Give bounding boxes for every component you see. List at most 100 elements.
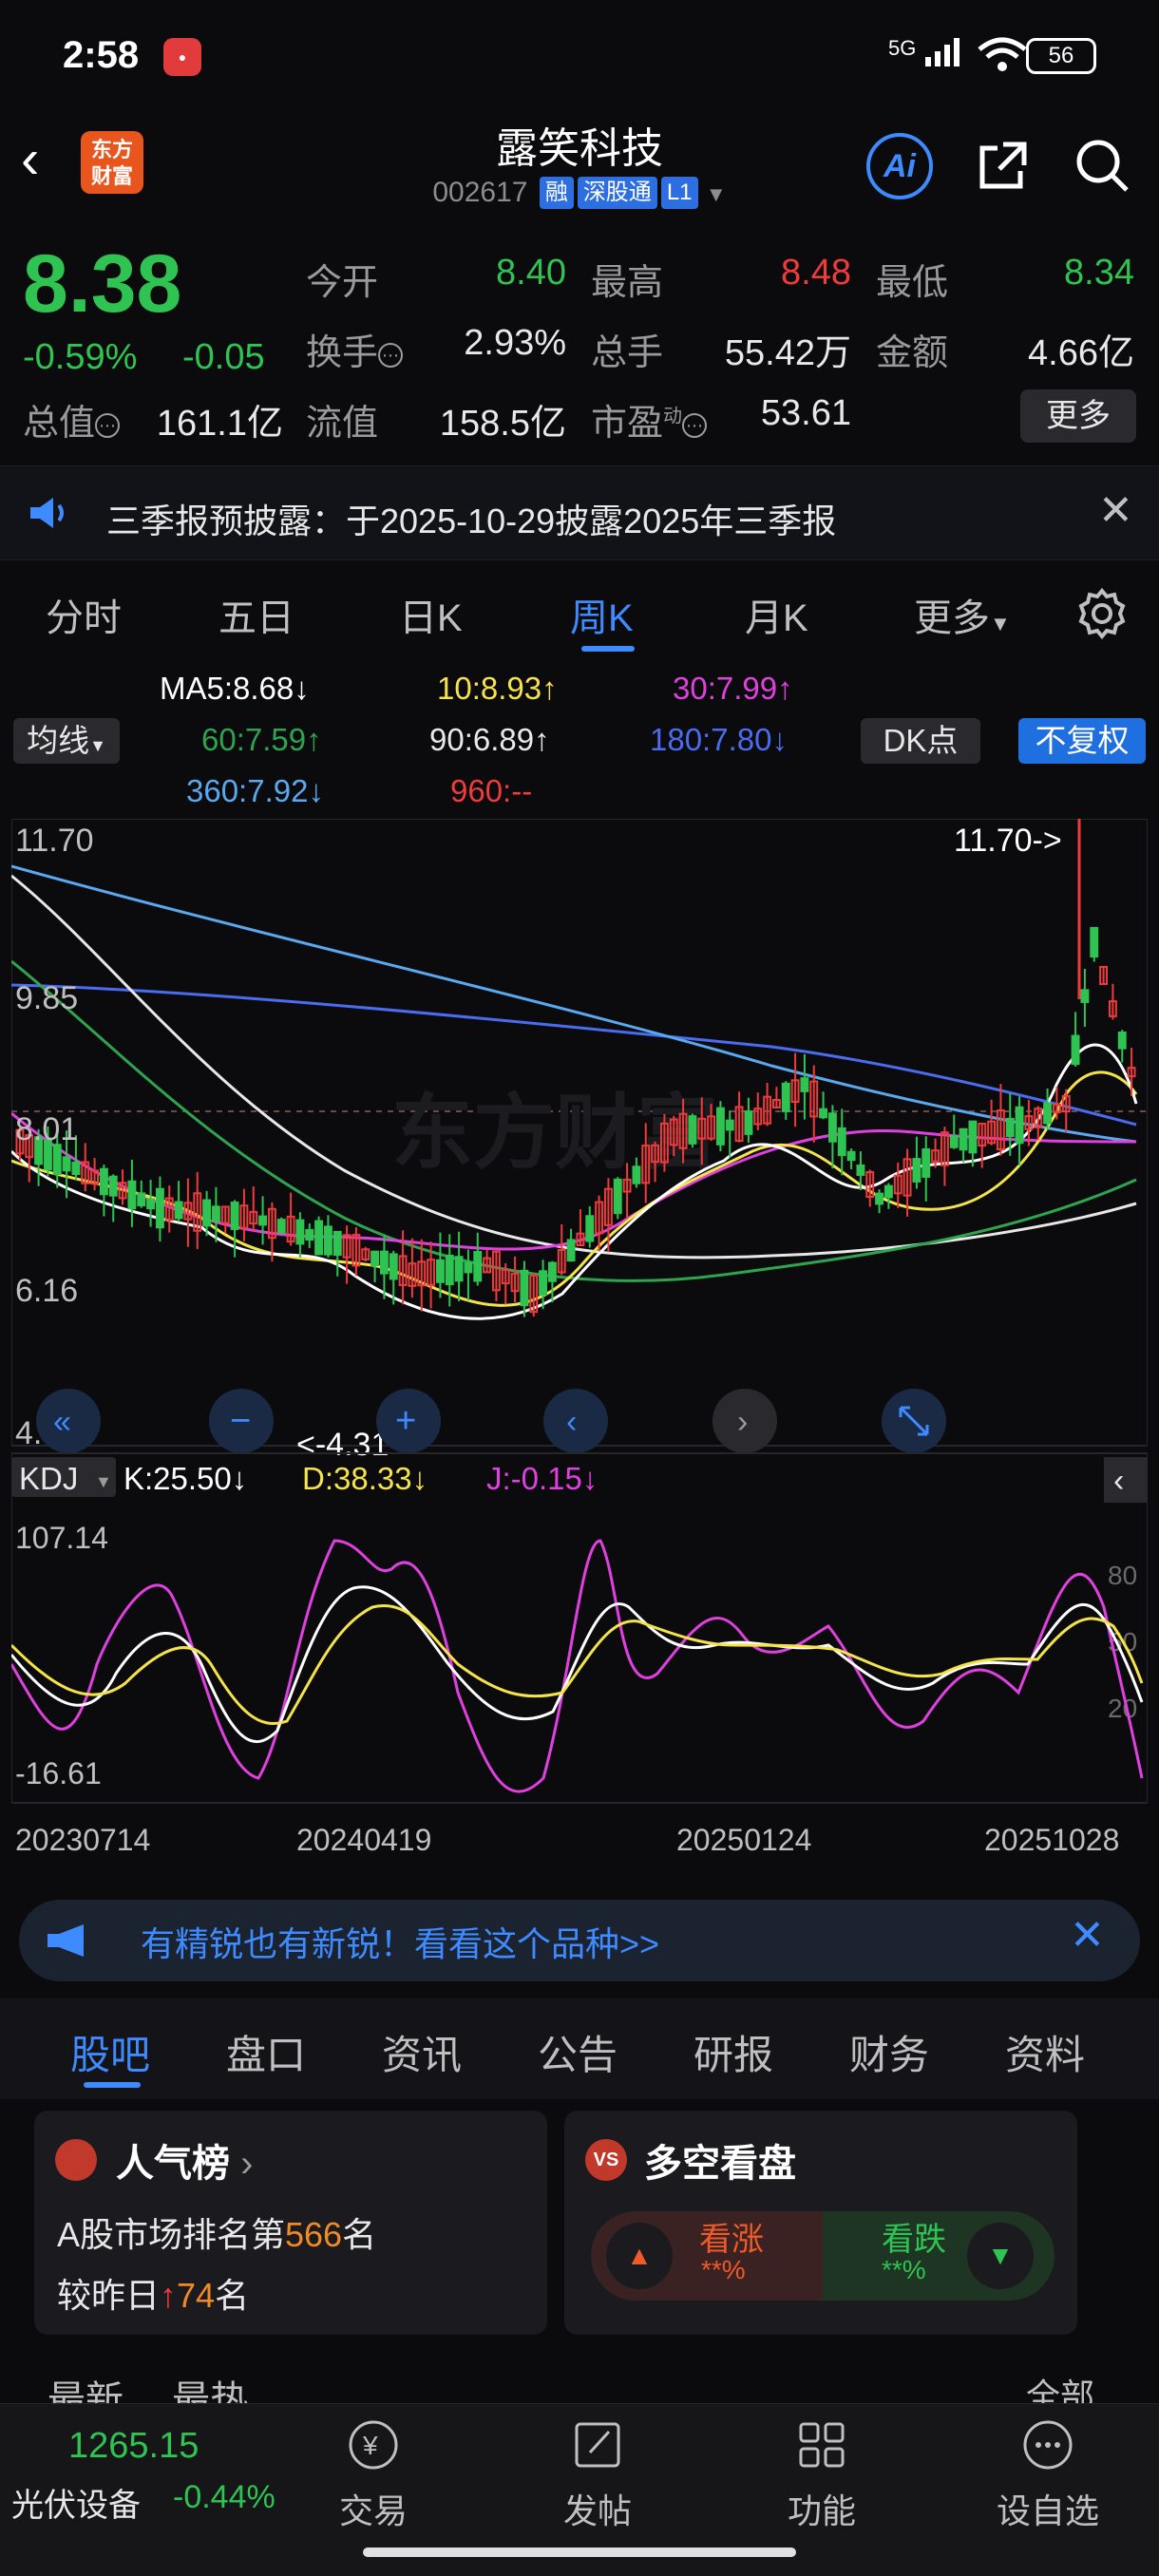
pe-label: 市盈动 ⋯ xyxy=(591,393,708,445)
chart-controls[interactable]: « − + ‹ › xyxy=(36,1389,946,1453)
candle-body xyxy=(435,1259,445,1283)
candle-body xyxy=(473,1251,483,1282)
kline-chart[interactable]: 东方财富 11.70 9.85 8.01 6.16 4.31 11.70-> <… xyxy=(11,819,1148,1883)
dropdown-caret-icon[interactable]: ▼ xyxy=(706,182,727,206)
tab-daily-k[interactable]: 日K xyxy=(399,587,463,642)
search-icon[interactable] xyxy=(1074,137,1130,194)
candle-body xyxy=(922,1148,931,1178)
grid-icon xyxy=(799,2422,845,2468)
ma-selector[interactable]: 均线▼ xyxy=(13,718,120,764)
info-icon[interactable]: ⋯ xyxy=(95,412,121,438)
info-icon[interactable]: ⋯ xyxy=(682,412,708,438)
candle-body xyxy=(211,1205,220,1222)
kdj-ref-80: 80 xyxy=(1108,1561,1137,1590)
rank-position: A股市场排名第566名 xyxy=(57,2207,376,2257)
kdj-j-line xyxy=(11,1539,1144,1793)
candle-body xyxy=(127,1180,137,1210)
dk-point-button[interactable]: DK点 xyxy=(861,718,980,764)
sector-index-value[interactable]: 1265.15 xyxy=(68,2426,199,2467)
candle-body xyxy=(454,1256,464,1282)
nav-functions[interactable]: 功能 xyxy=(750,2418,893,2533)
plus-icon: + xyxy=(395,1401,416,1441)
sector-name[interactable]: 光伏设备 xyxy=(11,2479,141,2526)
close-icon[interactable]: ✕ xyxy=(1098,486,1133,535)
tab-five-day[interactable]: 五日 xyxy=(218,587,294,642)
ma60-value: 60:7.59↑ xyxy=(201,722,322,757)
candle-body xyxy=(1117,1032,1127,1050)
tab-monthly-k[interactable]: 月K xyxy=(745,587,808,642)
info-icon[interactable]: ⋯ xyxy=(378,342,404,368)
turnover-value: 2.93% xyxy=(464,323,566,363)
notice-text: 三季报预披露：于2025-10-29披露2025年三季报 xyxy=(106,502,837,540)
candle-body xyxy=(800,1077,809,1092)
adjust-mode-button[interactable]: 不复权 xyxy=(1018,718,1146,764)
tab-orderbook[interactable]: 盘口 xyxy=(226,2023,306,2081)
candle-body xyxy=(230,1202,239,1230)
candle-body xyxy=(445,1254,454,1286)
kdj-y-top: 107.14 xyxy=(15,1521,108,1555)
stock-code: 002617 xyxy=(432,177,528,208)
low-value: 8.34 xyxy=(1064,253,1134,293)
wifi-icon xyxy=(978,37,1027,71)
kdj-ref-20: 20 xyxy=(1108,1694,1137,1723)
candle-body xyxy=(379,1250,389,1275)
tab-announcements[interactable]: 公告 xyxy=(538,2023,618,2081)
candle-body xyxy=(1080,989,1090,1003)
network-type: 5G xyxy=(888,36,917,60)
candle-body xyxy=(174,1201,183,1220)
promo-text: 有精锐也有新锐！看看这个品种>> xyxy=(141,1924,660,1963)
ai-assistant-button[interactable]: Ai xyxy=(866,133,933,199)
candle-body xyxy=(968,1120,978,1154)
change-percent: -0.59% xyxy=(23,337,138,377)
speaker-icon xyxy=(30,498,64,528)
ma90-value: 90:6.89↑ xyxy=(429,722,550,757)
edit-icon xyxy=(575,2422,620,2468)
tag-level: L1 xyxy=(660,177,698,209)
tab-intraday[interactable]: 分时 xyxy=(46,587,122,642)
share-icon[interactable] xyxy=(975,137,1032,194)
collapse-panel-button[interactable] xyxy=(1104,1457,1148,1503)
signal-icon xyxy=(925,38,960,66)
arrow-up-icon: ↑ xyxy=(160,2276,178,2315)
nav-post[interactable]: 发帖 xyxy=(526,2418,669,2533)
ranking-icon xyxy=(55,2139,97,2181)
kdj-d-value: D:38.33↓ xyxy=(302,1461,428,1496)
pe-sup: 动 xyxy=(663,406,683,427)
tab-research[interactable]: 研报 xyxy=(694,2023,773,2081)
tab-profile[interactable]: 资料 xyxy=(1005,2023,1085,2081)
open-value: 8.40 xyxy=(496,253,566,293)
candle-body xyxy=(202,1199,212,1227)
nav-add-watchlist[interactable]: 设自选 xyxy=(977,2418,1119,2533)
close-icon[interactable]: ✕ xyxy=(1070,1911,1105,1960)
candle-body xyxy=(1005,1117,1015,1138)
tab-more[interactable]: 更多▼ xyxy=(914,587,1011,642)
tab-finance[interactable]: 财务 xyxy=(849,2023,929,2081)
nav-trade[interactable]: ¥ 交易 xyxy=(302,2418,445,2533)
candle-body xyxy=(585,1215,595,1242)
candle-body xyxy=(949,1135,959,1148)
popularity-title: 人气榜 › xyxy=(116,2132,253,2188)
minus-icon: − xyxy=(230,1401,251,1441)
candle-body xyxy=(305,1228,314,1241)
rank-change: 较昨日↑74名 xyxy=(57,2268,249,2318)
caret-down-icon: ▼ xyxy=(990,612,1011,635)
candle-body xyxy=(781,1082,790,1112)
tag-connect: 深股通 xyxy=(577,177,657,209)
float-cap-value: 158.5亿 xyxy=(439,404,566,444)
turnover-label: 换手 ⋯ xyxy=(306,323,404,375)
y-label-2: 9.85 xyxy=(15,980,78,1016)
candle-body xyxy=(314,1220,324,1256)
pe-value: 53.61 xyxy=(760,393,851,433)
arrow-down-icon: ▼ xyxy=(967,2223,1034,2289)
candle-body xyxy=(547,1261,557,1282)
yen-icon: ¥ xyxy=(349,2420,398,2470)
more-quote-button[interactable]: 更多 xyxy=(1020,389,1136,443)
candle-body xyxy=(108,1175,118,1197)
tab-forum[interactable]: 股吧 xyxy=(70,2023,150,2081)
tab-weekly-k[interactable]: 周K xyxy=(570,587,634,642)
tab-news[interactable]: 资讯 xyxy=(382,2023,462,2081)
candle-body xyxy=(744,1110,753,1135)
gear-icon[interactable] xyxy=(1075,587,1129,640)
candle-body xyxy=(566,1239,576,1262)
y-label-4: 6.16 xyxy=(15,1273,78,1309)
